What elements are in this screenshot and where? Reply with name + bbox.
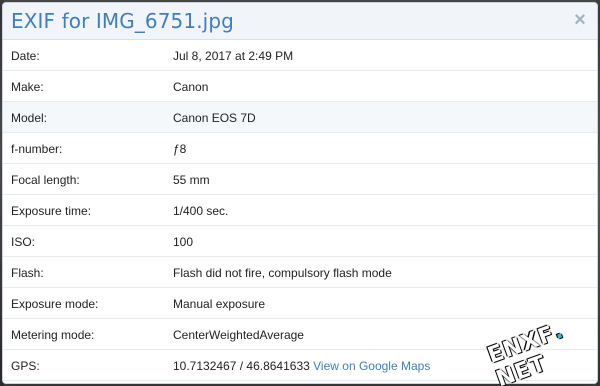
row-label: Exposure mode: xyxy=(11,297,99,311)
row-value: Manual exposure xyxy=(173,297,266,311)
exif-row-metering-mode: Metering mode: CenterWeightedAverage xyxy=(3,319,597,350)
row-value: Jul 8, 2017 at 2:49 PM xyxy=(173,49,294,63)
dialog-title: EXIF for IMG_6751.jpg xyxy=(11,9,234,33)
exif-row-date: Date: Jul 8, 2017 at 2:49 PM xyxy=(3,40,597,71)
row-value: 1/400 sec. xyxy=(173,204,229,218)
exif-row-fnumber: f-number: ƒ8 xyxy=(3,133,597,164)
row-value: Flash did not fire, compulsory flash mod… xyxy=(173,266,392,280)
row-value: 100 xyxy=(173,235,194,249)
close-icon[interactable]: × xyxy=(571,10,589,30)
exif-row-iso: ISO: 100 xyxy=(3,226,597,257)
exif-table: Date: Jul 8, 2017 at 2:49 PM Make: Canon… xyxy=(3,40,597,381)
row-label: Make: xyxy=(11,80,44,94)
dialog-header: EXIF for IMG_6751.jpg × xyxy=(3,3,597,40)
row-value: ƒ8 xyxy=(173,142,187,156)
row-label: Date: xyxy=(11,49,40,63)
row-value: Canon xyxy=(173,80,209,94)
exif-dialog: EXIF for IMG_6751.jpg × Date: Jul 8, 201… xyxy=(2,2,598,384)
exif-row-flash: Flash: Flash did not fire, compulsory fl… xyxy=(3,257,597,288)
row-label: Model: xyxy=(11,111,48,125)
row-label: Focal length: xyxy=(11,173,80,187)
exif-row-focal-length: Focal length: 55 mm xyxy=(3,164,597,195)
row-label: ISO: xyxy=(11,235,36,249)
row-label: f-number: xyxy=(11,142,63,156)
exif-row-exposure-time: Exposure time: 1/400 sec. xyxy=(3,195,597,226)
row-label: Exposure time: xyxy=(11,204,92,218)
row-value: CenterWeightedAverage xyxy=(173,328,304,342)
exif-row-make: Make: Canon xyxy=(3,71,597,102)
row-value: Canon EOS 7D xyxy=(173,111,256,125)
row-label: Metering mode: xyxy=(11,328,95,342)
exif-row-exposure-mode: Exposure mode: Manual exposure xyxy=(3,288,597,319)
row-value: 55 mm xyxy=(173,173,210,187)
exif-row-gps: GPS: 10.7132467 / 46.8641633 View on Goo… xyxy=(3,350,597,381)
row-value: 10.7132467 / 46.8641633 View on Google M… xyxy=(173,359,430,373)
row-label: GPS: xyxy=(11,359,40,373)
gps-coordinates: 10.7132467 / 46.8641633 xyxy=(173,359,314,373)
google-maps-link[interactable]: View on Google Maps xyxy=(313,359,430,373)
row-label: Flash: xyxy=(11,266,44,280)
exif-row-model: Model: Canon EOS 7D xyxy=(3,102,597,133)
